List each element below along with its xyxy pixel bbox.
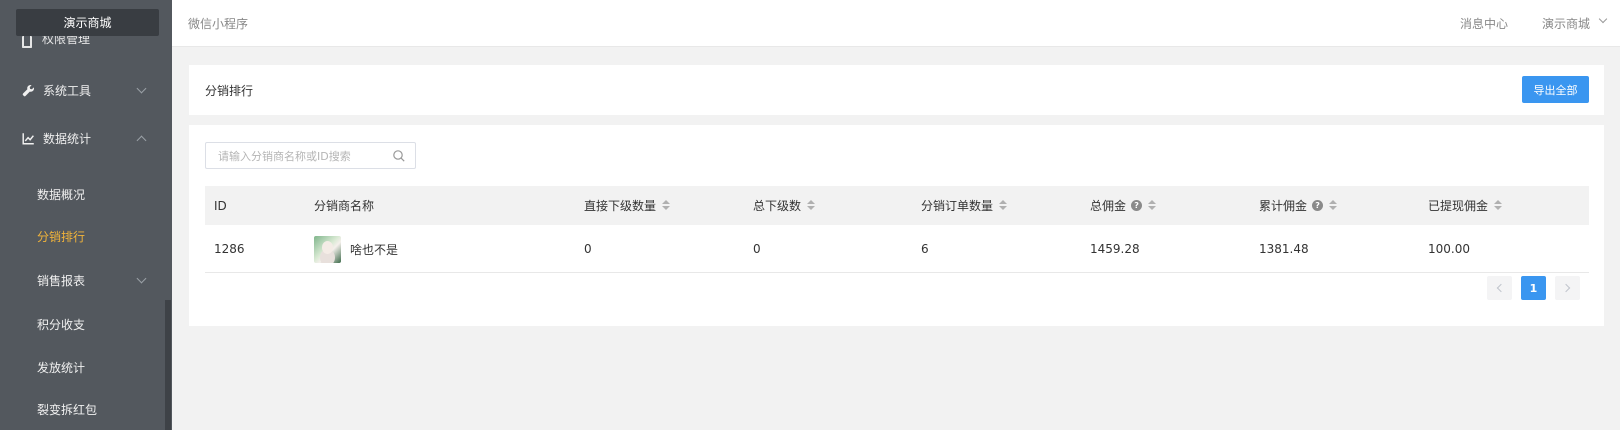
column-label: 已提现佣金 xyxy=(1428,199,1489,213)
page-number-button[interactable]: 1 xyxy=(1521,276,1546,300)
column-label: ID xyxy=(214,198,227,213)
line-chart-icon xyxy=(21,131,35,145)
column-header-direct-subordinates[interactable]: 直接下级数量 xyxy=(584,186,671,225)
sort-icon[interactable] xyxy=(807,200,816,211)
sidebar-item-sales-report[interactable]: 销售报表 xyxy=(0,260,160,300)
sidebar-item-label: 积分收支 xyxy=(37,317,86,332)
cell-direct-subordinates: 0 xyxy=(584,242,592,256)
clipboard-icon xyxy=(22,36,32,48)
sort-icon[interactable] xyxy=(662,200,671,211)
chevron-down-icon xyxy=(136,83,147,93)
avatar xyxy=(314,235,341,263)
column-label: 分销商名称 xyxy=(314,199,375,213)
page-header-card: 分销排行 导出全部 xyxy=(189,65,1604,115)
sidebar-item-points-ledger[interactable]: 积分收支 xyxy=(0,304,160,344)
column-label: 分销订单数量 xyxy=(921,199,994,213)
wrench-icon xyxy=(21,83,35,97)
column-header-total-commission[interactable]: 总佣金? xyxy=(1090,186,1157,225)
search-icon[interactable] xyxy=(392,149,406,163)
message-center-link[interactable]: 消息中心 xyxy=(1460,15,1508,32)
column-label: 总佣金 xyxy=(1090,199,1127,213)
export-all-button[interactable]: 导出全部 xyxy=(1522,76,1589,103)
sidebar-item-label: 发放统计 xyxy=(37,360,86,375)
column-header-name: 分销商名称 xyxy=(314,186,374,225)
column-label: 直接下级数量 xyxy=(584,199,657,213)
breadcrumb[interactable]: 微信小程序 xyxy=(188,15,248,32)
cell-total-commission: 1459.28 xyxy=(1090,242,1140,256)
top-header: 微信小程序 消息中心 演示商城 xyxy=(172,0,1620,47)
next-page-button[interactable] xyxy=(1555,276,1580,300)
sidebar-item-label: 销售报表 xyxy=(37,273,86,288)
cell-withdrawn-commission: 100.00 xyxy=(1428,242,1470,256)
chevron-up-icon xyxy=(136,135,147,145)
sidebar-item-fission-red-packet[interactable]: 裂变拆红包 xyxy=(0,389,160,429)
sidebar-scrollbar[interactable] xyxy=(165,300,171,430)
column-header-orders[interactable]: 分销订单数量 xyxy=(921,186,1008,225)
table-row: 1286 啥也不是 0 0 6 1459.28 1381.48 100.00 xyxy=(205,225,1589,273)
search-input[interactable] xyxy=(218,147,388,165)
sidebar-item-issuance-stats[interactable]: 发放统计 xyxy=(0,347,160,387)
chevron-right-icon xyxy=(1561,283,1571,293)
sidebar-item-label: 裂变拆红包 xyxy=(37,402,98,417)
sidebar-item-label: 数据概况 xyxy=(37,187,86,202)
sidebar-item-label: 权限管理 xyxy=(42,36,91,46)
pagination: 1 xyxy=(1487,276,1580,300)
page-title: 分销排行 xyxy=(205,84,254,98)
cell-total-subordinates: 0 xyxy=(753,242,761,256)
column-header-withdrawn-commission[interactable]: 已提现佣金 xyxy=(1428,186,1503,225)
chevron-left-icon xyxy=(1496,283,1506,293)
search-box[interactable] xyxy=(205,142,416,169)
sort-icon[interactable] xyxy=(1148,200,1157,211)
shop-name-badge: 演示商城 xyxy=(16,9,159,36)
sort-icon[interactable] xyxy=(1329,200,1338,211)
table-header: ID 分销商名称 直接下级数量 总下级数 分销订单数量 总佣金? 累计佣金? 已… xyxy=(205,186,1589,225)
sidebar: 权限管理 演示商城 系统工具 数据统计 数据概况 分销排行 销售报表 积分收支 … xyxy=(0,0,172,430)
column-header-total-subordinates[interactable]: 总下级数 xyxy=(753,186,816,225)
chevron-down-icon[interactable] xyxy=(1598,14,1608,24)
distribution-ranking-table: ID 分销商名称 直接下级数量 总下级数 分销订单数量 总佣金? 累计佣金? 已… xyxy=(205,186,1589,273)
sidebar-menu-system-tools[interactable]: 系统工具 xyxy=(0,70,160,110)
sidebar-item-label: 分销排行 xyxy=(37,229,86,244)
store-menu[interactable]: 演示商城 xyxy=(1542,15,1590,32)
help-icon[interactable]: ? xyxy=(1312,200,1324,211)
sidebar-menu-data-stats[interactable]: 数据统计 xyxy=(0,118,160,158)
column-label: 累计佣金 xyxy=(1259,199,1308,213)
cell-name: 啥也不是 xyxy=(314,225,398,273)
sidebar-item-data-overview[interactable]: 数据概况 xyxy=(0,174,160,214)
sidebar-item-partial[interactable]: 权限管理 xyxy=(20,36,140,50)
column-label: 总下级数 xyxy=(753,199,802,213)
sort-icon[interactable] xyxy=(1494,200,1503,211)
sidebar-item-distribution-ranking[interactable]: 分销排行 xyxy=(0,216,160,256)
cell-id: 1286 xyxy=(214,242,245,256)
help-icon[interactable]: ? xyxy=(1131,200,1143,211)
cell-cumulative-commission: 1381.48 xyxy=(1259,242,1309,256)
distributor-name: 啥也不是 xyxy=(350,242,399,257)
sidebar-menu-label: 数据统计 xyxy=(43,131,92,146)
sidebar-menu-label: 系统工具 xyxy=(43,83,92,98)
prev-page-button[interactable] xyxy=(1487,276,1512,300)
column-header-cumulative-commission[interactable]: 累计佣金? xyxy=(1259,186,1338,225)
cell-orders: 6 xyxy=(921,242,929,256)
column-header-id: ID xyxy=(214,186,227,225)
sort-icon[interactable] xyxy=(999,200,1008,211)
ranking-card: ID 分销商名称 直接下级数量 总下级数 分销订单数量 总佣金? 累计佣金? 已… xyxy=(189,125,1604,326)
chevron-down-icon xyxy=(136,273,147,283)
